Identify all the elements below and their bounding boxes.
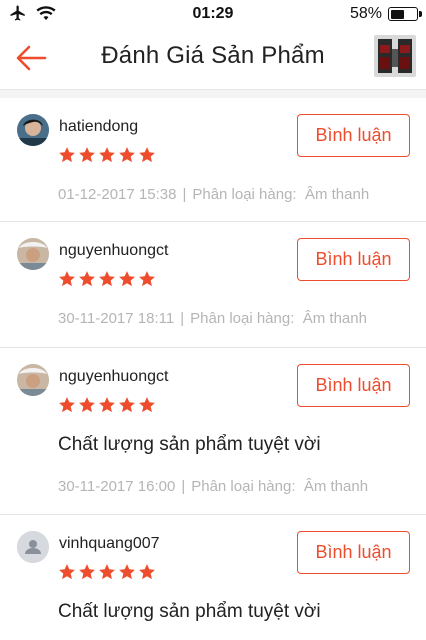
rating-stars [58,396,156,414]
battery-percent: 58% [349,5,382,22]
product-speaker-image [374,35,416,77]
star-icon [119,564,135,580]
reviewer-avatar[interactable] [17,238,49,270]
star-icon [139,564,155,580]
status-bar: 01:29 58% [0,0,426,28]
star-icon [99,397,115,413]
reviewer-name[interactable]: nguyenhuongct [59,242,168,260]
section-divider [0,90,426,98]
review-comment: Chất lượng sản phẩm tuyệt vời [58,601,321,622]
page-title: Đánh Giá Sản Phẩm [101,42,325,69]
star-icon [119,397,135,413]
reviewer-name[interactable]: vinhquang007 [59,535,160,553]
review-item: nguyenhuongct 30-11-2017 18:11 | Phân loại… [0,222,426,348]
review-item: nguyenhuongct Chất lượng sản phẩm tuyệt … [0,348,426,515]
meta-separator: | [180,310,185,327]
star-icon [59,147,75,163]
reviewer-name[interactable]: nguyenhuongct [59,368,168,386]
variant-label: Phân loại hàng: [190,310,295,327]
navigation-header: Đánh Giá Sản Phẩm [0,28,426,90]
review-meta: 01-12-2017 15:38 | Phân loại hàng: Âm than… [58,186,369,203]
review-date: 30-11-2017 16:00 [58,478,176,495]
battery-icon [388,7,422,21]
meta-separator: | [182,186,187,203]
variant-value: Âm thanh [303,478,369,495]
photo-avatar-icon [17,238,49,270]
product-thumbnail[interactable] [374,35,416,77]
photo-avatar-icon [17,364,49,396]
star-icon [139,147,155,163]
variant-label: Phân loại hàng: [192,186,297,203]
rating-stars [58,563,156,581]
star-icon [99,271,115,287]
review-meta: 30-11-2017 16:00 | Phân loại hàng: Âm than… [58,478,368,495]
variant-value: Âm thanh [304,186,370,203]
reviewer-avatar[interactable] [17,364,49,396]
status-right: 58% [349,5,422,23]
star-icon [79,564,95,580]
review-meta: 30-11-2017 18:11 | Phân loại hàng: Âm than… [58,310,367,327]
comment-button[interactable]: Bình luận [297,114,410,157]
star-icon [139,397,155,413]
variant-value: Âm thanh [302,310,367,327]
comment-button[interactable]: Bình luận [297,238,410,281]
review-comment: Chất lượng sản phẩm tuyệt vời [58,434,321,455]
star-icon [79,147,95,163]
comment-button[interactable]: Bình luận [297,364,410,407]
review-item: hatiendong 01-12-2017 15:38 | Phân loại hà… [0,98,426,222]
star-icon [79,397,95,413]
reviewer-avatar[interactable] [17,531,49,563]
review-date: 30-11-2017 18:11 [58,310,175,327]
comment-button[interactable]: Bình luận [297,531,410,574]
star-icon [59,564,75,580]
back-arrow-icon [16,45,47,71]
star-icon [59,397,75,413]
back-button[interactable] [10,38,52,78]
star-icon [99,147,115,163]
rating-stars [58,146,156,164]
reviewer-avatar[interactable] [17,114,49,146]
variant-label: Phân loại hàng: [191,478,296,495]
star-icon [59,271,75,287]
star-icon [99,564,115,580]
star-icon [119,271,135,287]
review-date: 01-12-2017 15:38 [58,186,177,203]
default-user-icon [17,531,49,563]
battery-fill [390,9,405,19]
review-item: vinhquang007 Chất lượng sản phẩm tuyệt v… [0,515,426,640]
photo-avatar-icon [17,114,49,146]
meta-separator: | [181,478,186,495]
star-icon [139,271,155,287]
rating-stars [58,270,156,288]
battery-nub [419,11,422,17]
review-list: hatiendong 01-12-2017 15:38 | Phân loại hà… [0,98,426,640]
reviewer-name[interactable]: hatiendong [59,118,138,136]
star-icon [119,147,135,163]
star-icon [79,271,95,287]
